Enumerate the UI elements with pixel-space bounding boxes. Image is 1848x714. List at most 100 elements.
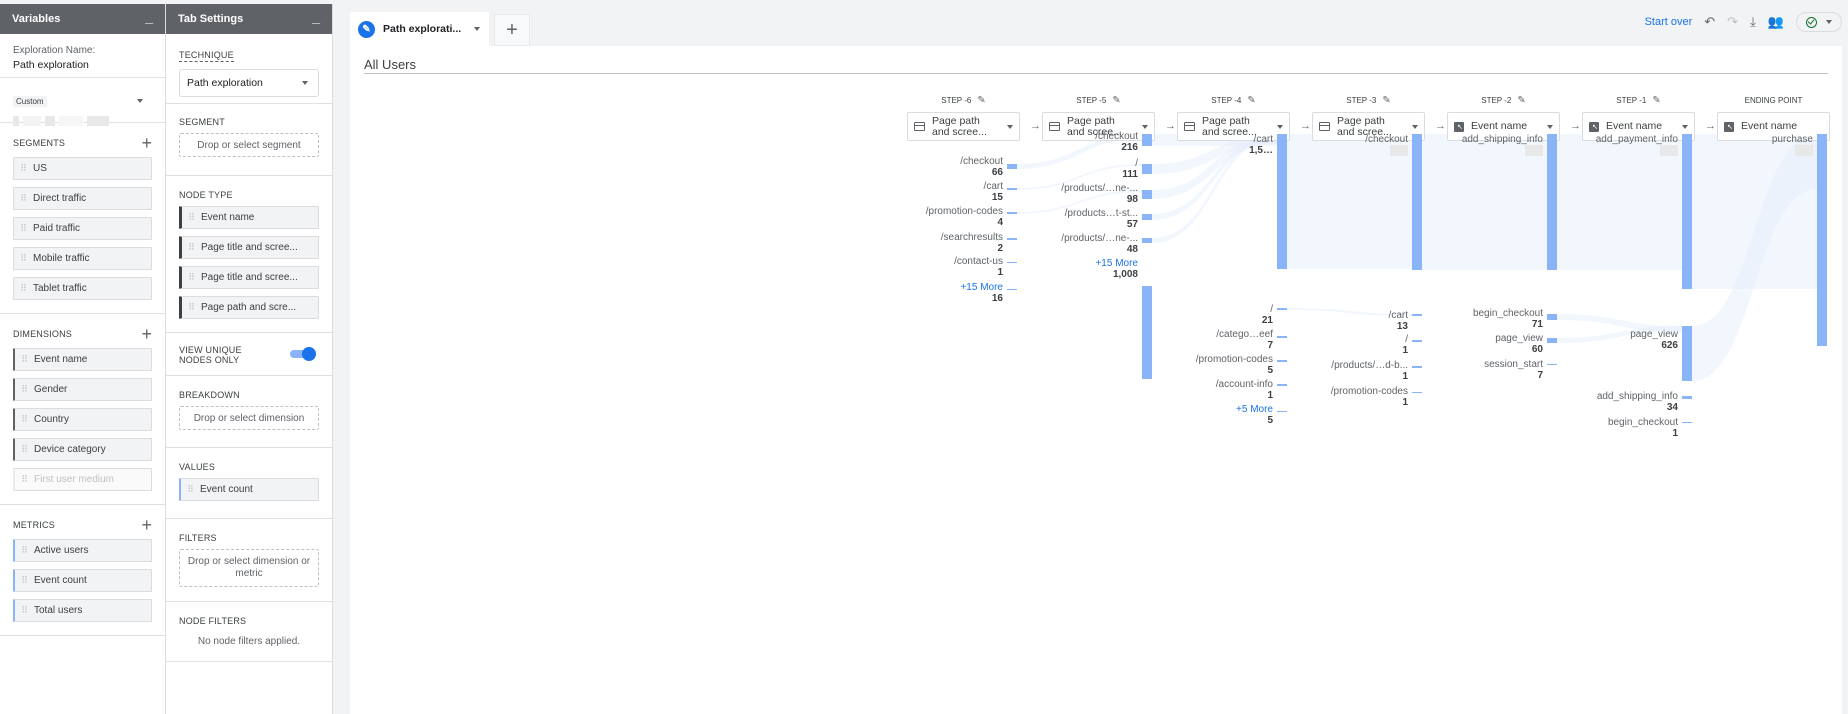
path-node[interactable]: /111 bbox=[1122, 158, 1138, 180]
step-node-type-select[interactable]: Page path and scree... bbox=[907, 112, 1020, 141]
node-bar[interactable] bbox=[1007, 164, 1017, 169]
path-node[interactable]: begin_checkout 1 bbox=[1608, 417, 1678, 439]
edit-step-pencil-icon[interactable]: ✎ bbox=[1382, 95, 1390, 106]
drag-handle-icon[interactable]: ⠿ bbox=[17, 474, 31, 485]
drag-handle-icon[interactable]: ⠿ bbox=[16, 253, 30, 264]
node-bar[interactable] bbox=[1547, 134, 1557, 270]
path-node[interactable]: page_view 60 bbox=[1495, 333, 1543, 355]
drag-handle-icon[interactable]: ⠿ bbox=[17, 384, 31, 395]
node-bar[interactable] bbox=[1547, 338, 1557, 343]
breakdown-drop-zone[interactable]: Drop or select dimension bbox=[179, 406, 319, 430]
technique-select[interactable]: Path exploration bbox=[179, 69, 319, 97]
segment-chip[interactable]: ⠿ US bbox=[13, 157, 152, 180]
minimize-icon[interactable]: _ bbox=[145, 10, 153, 25]
path-node[interactable]: add_shipping_info 34 bbox=[1597, 391, 1678, 413]
path-node[interactable]: /contact-us 1 bbox=[954, 256, 1003, 278]
values-chip[interactable]: ⠿ Event count bbox=[179, 478, 319, 501]
dimension-chip[interactable]: ⠿ Country bbox=[13, 408, 152, 431]
path-node[interactable]: /products/…d-b... 1 bbox=[1331, 360, 1408, 382]
segment-chip[interactable]: ⠿ Paid traffic bbox=[13, 217, 152, 240]
more-nodes-link[interactable]: +15 More 16 bbox=[960, 282, 1003, 304]
add-metric-plus-icon[interactable]: + bbox=[141, 516, 152, 534]
path-node[interactable]: add_shipping_info bbox=[1462, 134, 1543, 156]
node-bar[interactable] bbox=[1277, 411, 1287, 412]
node-bar[interactable] bbox=[1412, 392, 1422, 393]
path-node[interactable]: /21 bbox=[1262, 304, 1273, 326]
node-bar[interactable] bbox=[1277, 134, 1287, 269]
chevron-down-icon[interactable] bbox=[474, 27, 481, 31]
node-bar[interactable] bbox=[1007, 289, 1017, 290]
status-menu-button[interactable] bbox=[1796, 12, 1842, 32]
metric-chip[interactable]: ⠿ Total users bbox=[13, 599, 152, 622]
drag-handle-icon[interactable]: ⠿ bbox=[184, 272, 198, 283]
node-type-chip[interactable]: ⠿ Page path and scre... bbox=[179, 296, 319, 319]
path-node[interactable]: session_start 7 bbox=[1484, 359, 1543, 381]
segment-chip[interactable]: ⠿ Mobile traffic bbox=[13, 247, 152, 270]
node-bar[interactable] bbox=[1007, 188, 1017, 190]
node-bar[interactable] bbox=[1682, 396, 1692, 399]
node-bar[interactable] bbox=[1412, 340, 1422, 342]
path-node[interactable]: add_payment_info bbox=[1596, 134, 1678, 156]
path-node[interactable]: /products/…ne-... 48 bbox=[1061, 233, 1138, 255]
tab-path-exploration[interactable]: ✎ Path explorati... bbox=[350, 12, 489, 46]
node-bar[interactable] bbox=[1142, 190, 1152, 199]
path-node[interactable]: /cart 1,5… bbox=[1249, 134, 1273, 156]
path-node[interactable]: /checkout 216 bbox=[1095, 131, 1138, 153]
node-bar[interactable] bbox=[1412, 314, 1422, 316]
node-bar[interactable] bbox=[1277, 308, 1287, 310]
view-unique-nodes-toggle[interactable] bbox=[290, 347, 316, 361]
path-node[interactable]: /products/…ne-... 98 bbox=[1061, 183, 1138, 205]
filters-drop-zone[interactable]: Drop or select dimension or metric bbox=[179, 549, 319, 587]
step-node-type-select[interactable]: Page path and scree... bbox=[1177, 112, 1290, 141]
share-users-icon[interactable]: 👥 bbox=[1768, 14, 1784, 30]
drag-handle-icon[interactable]: ⠿ bbox=[17, 575, 31, 586]
path-node[interactable]: /searchresults 2 bbox=[941, 232, 1003, 254]
path-node[interactable]: /promotion-codes 1 bbox=[1331, 386, 1408, 408]
node-type-chip[interactable]: ⠿ Event name bbox=[179, 206, 319, 229]
drag-handle-icon[interactable]: ⠿ bbox=[16, 163, 30, 174]
edit-step-pencil-icon[interactable]: ✎ bbox=[1112, 95, 1120, 106]
redo-icon[interactable]: ↷ bbox=[1727, 14, 1738, 30]
add-tab-button[interactable]: + bbox=[494, 14, 530, 46]
drag-handle-icon[interactable]: ⠿ bbox=[16, 223, 30, 234]
node-bar[interactable] bbox=[1412, 134, 1422, 270]
dimension-chip[interactable]: ⠿ Gender bbox=[13, 378, 152, 401]
node-bar[interactable] bbox=[1817, 134, 1827, 346]
node-bar[interactable] bbox=[1682, 422, 1692, 423]
path-node[interactable]: /1 bbox=[1402, 334, 1408, 356]
drag-handle-icon[interactable]: ⠿ bbox=[183, 484, 197, 495]
node-bar[interactable] bbox=[1682, 134, 1692, 289]
node-bar[interactable] bbox=[1007, 238, 1017, 240]
segment-drop-zone[interactable]: Drop or select segment bbox=[179, 133, 319, 157]
node-bar[interactable] bbox=[1007, 262, 1017, 263]
metric-chip[interactable]: ⠿ Active users bbox=[13, 539, 152, 562]
metric-chip[interactable]: ⠿ Event count bbox=[13, 569, 152, 592]
edit-step-pencil-icon[interactable]: ✎ bbox=[1517, 95, 1525, 106]
node-bar[interactable] bbox=[1142, 134, 1152, 146]
more-nodes-link[interactable]: +15 More 1,008 bbox=[1095, 258, 1138, 280]
segment-chip[interactable]: ⠿ Tablet traffic bbox=[13, 277, 152, 300]
dimension-chip-disabled[interactable]: ⠿ First user medium bbox=[13, 468, 152, 491]
drag-handle-icon[interactable]: ⠿ bbox=[17, 414, 31, 425]
drag-handle-icon[interactable]: ⠿ bbox=[17, 354, 31, 365]
add-dimension-plus-icon[interactable]: + bbox=[141, 325, 152, 343]
node-bar[interactable] bbox=[1277, 384, 1287, 386]
path-node[interactable]: /cart 15 bbox=[984, 181, 1003, 203]
node-bar[interactable] bbox=[1142, 286, 1152, 379]
node-type-chip[interactable]: ⠿ Page title and scree... bbox=[179, 266, 319, 289]
node-bar[interactable] bbox=[1412, 366, 1422, 368]
more-nodes-link[interactable]: +5 More 5 bbox=[1236, 404, 1273, 426]
path-node[interactable]: page_view 626 bbox=[1630, 329, 1678, 351]
edit-step-pencil-icon[interactable]: ✎ bbox=[1652, 95, 1660, 106]
path-node[interactable]: purchase bbox=[1772, 134, 1813, 156]
path-node[interactable]: /account-info 1 bbox=[1216, 379, 1273, 401]
node-bar[interactable] bbox=[1007, 212, 1017, 214]
drag-handle-icon[interactable]: ⠿ bbox=[17, 605, 31, 616]
path-node[interactable]: /promotion-codes 5 bbox=[1196, 354, 1273, 376]
undo-icon[interactable]: ↶ bbox=[1704, 14, 1715, 30]
node-bar[interactable] bbox=[1277, 336, 1287, 338]
node-bar[interactable] bbox=[1142, 164, 1152, 174]
exploration-name-input[interactable]: Path exploration bbox=[13, 59, 152, 71]
path-node[interactable]: /cart 13 bbox=[1389, 310, 1408, 332]
node-bar[interactable] bbox=[1142, 214, 1152, 220]
